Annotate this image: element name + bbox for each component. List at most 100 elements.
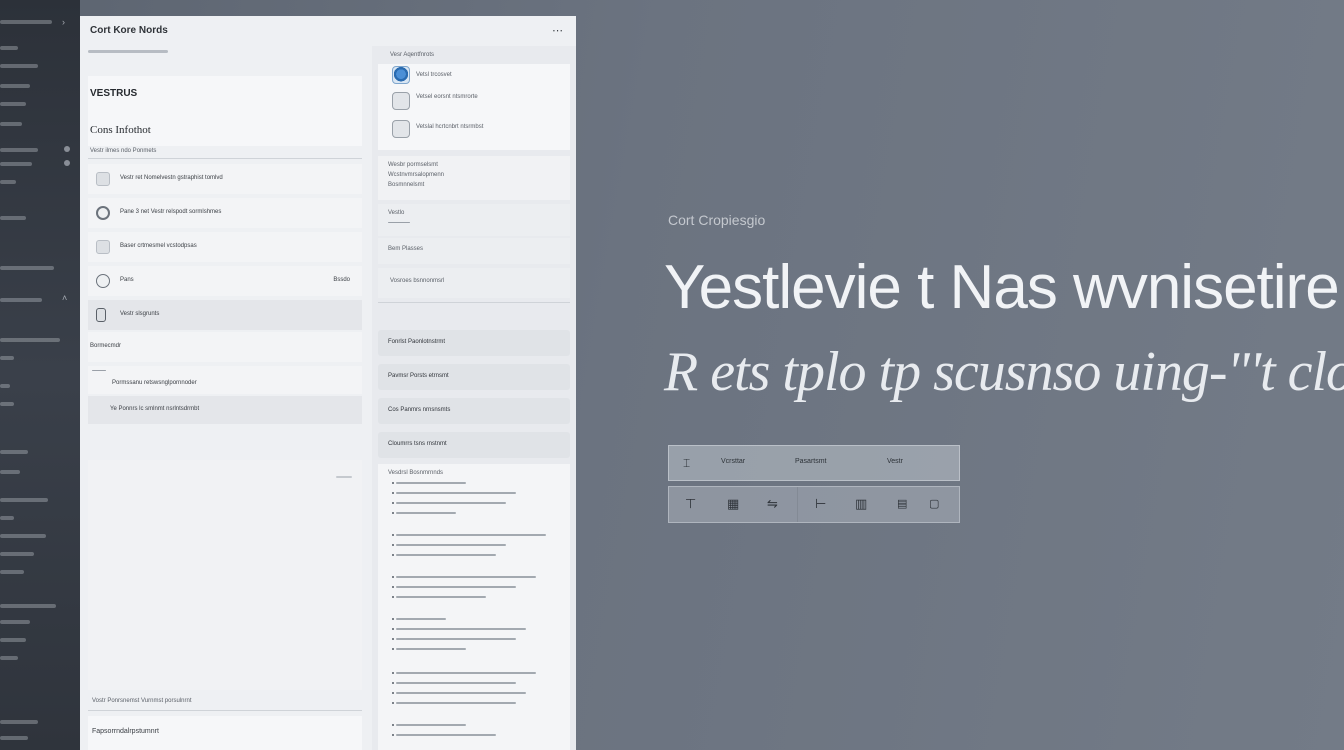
window-icon[interactable]: ▢	[929, 497, 939, 511]
rail-item[interactable]	[0, 570, 24, 574]
rail-item[interactable]	[0, 736, 28, 740]
list-line	[396, 672, 536, 674]
list-line	[396, 724, 466, 726]
rail-item[interactable]	[0, 298, 42, 302]
rail-item[interactable]	[0, 20, 52, 24]
rail-item[interactable]	[0, 656, 18, 660]
app-label[interactable]: Vetslal hcrtcnbrt ntsrmbst	[416, 124, 483, 130]
camera-icon[interactable]	[392, 120, 410, 138]
action-button[interactable]: Fonrlst Paonlotnstrmt	[378, 330, 570, 356]
rail-item[interactable]	[0, 148, 38, 152]
toolbar-item[interactable]: Vcrsttar	[721, 458, 745, 465]
toolbar-item[interactable]: Vestr	[887, 458, 903, 465]
list-line	[396, 648, 466, 650]
globe-icon[interactable]	[392, 66, 410, 84]
action-button-label: Fonrlst Paonlotnstrmt	[388, 339, 446, 345]
app-label[interactable]: Vetsel eorsnt ntsmrorte	[416, 94, 478, 100]
image-icon[interactable]	[392, 92, 410, 110]
list-item[interactable]: Pane 3 net Vestr relspodt sormlshmes	[88, 198, 362, 228]
document-icon	[96, 172, 110, 186]
app-label[interactable]: Vetsl trcosvet	[416, 72, 452, 78]
cursor-icon[interactable]: ⊢	[815, 497, 826, 511]
rail-item[interactable]	[0, 266, 54, 270]
rail-item[interactable]	[0, 552, 34, 556]
rail-item[interactable]	[0, 402, 14, 406]
left-panel: VESTRUS Cons Infothot Vestr ilmes ndo Po…	[80, 46, 370, 750]
action-button[interactable]: Cloumrrs tsns rnstnmt	[378, 432, 570, 458]
list-item[interactable]: Ye Ponnrs lc smlnmt nsrlntsdrmbt	[88, 396, 362, 424]
bullet-icon	[392, 502, 394, 504]
list-line	[396, 482, 466, 484]
field-value-row[interactable]: Bem Plasses	[378, 238, 570, 264]
list-line	[396, 618, 446, 620]
chevron-icon[interactable]: ›	[62, 18, 65, 27]
footer-card[interactable]: Fapsorrndalrpstumnrt	[88, 716, 362, 750]
action-button[interactable]: Cos Panmrs nrnsnsmts	[378, 398, 570, 424]
window-title: Cort Kore Nords	[90, 25, 168, 36]
detail-line: Wesbr pormselsmt	[388, 162, 438, 168]
rail-item[interactable]	[0, 84, 30, 88]
bullet-icon	[392, 672, 394, 674]
chevron-icon[interactable]: ˄	[62, 294, 67, 303]
table-icon[interactable]: ▤	[897, 497, 907, 511]
divider	[92, 370, 106, 371]
bullet-icon	[392, 692, 394, 694]
list-item-label: Vestr ret Nomelvestn gstraphist tomlvd	[120, 175, 223, 181]
text-cursor-icon[interactable]: ⊤	[685, 497, 696, 511]
hero-title: Yestlevie t Nas wvnisetire	[664, 253, 1340, 322]
rail-item[interactable]	[0, 638, 26, 642]
rail-item[interactable]	[0, 498, 48, 502]
rail-item[interactable]	[0, 180, 16, 184]
action-button[interactable]: Pavmsr Porsts etrnsmt	[378, 364, 570, 390]
ellipsis-icon[interactable]: ⋯	[552, 24, 563, 37]
list-line	[396, 702, 516, 704]
rail-item[interactable]	[0, 604, 56, 608]
bullet-icon	[392, 682, 394, 684]
rail-item[interactable]	[0, 216, 26, 220]
section-heading: Cons Infothot	[90, 124, 151, 136]
field-note-row: Vosroes bsnnonmsrl	[378, 268, 570, 298]
rail-item[interactable]	[0, 450, 28, 454]
merge-icon[interactable]: ⇋	[767, 497, 778, 511]
text-cursor-icon[interactable]: ⌶	[683, 456, 690, 470]
toolbar-item[interactable]: Pasartsmt	[795, 458, 827, 465]
rail-item[interactable]	[0, 534, 46, 538]
nav-rail: › ˄	[0, 0, 80, 750]
detail-line: Wcstnvmrsalopmenn	[388, 172, 445, 178]
list-item[interactable]: Pans Bssdo	[88, 266, 362, 296]
list-line	[396, 554, 496, 556]
action-button-label: Cos Panmrs nrnsnsmts	[388, 407, 451, 413]
rail-item[interactable]	[0, 516, 14, 520]
phone-icon	[96, 308, 106, 322]
list-item[interactable]: Pormssanu retswsnglpornnoder	[88, 366, 362, 394]
divider	[88, 710, 362, 711]
rail-item[interactable]	[0, 620, 30, 624]
bullet-icon	[392, 482, 394, 484]
rail-item[interactable]	[0, 64, 38, 68]
rail-item[interactable]	[0, 162, 32, 166]
field-group: Vestlo	[378, 204, 570, 236]
list-item[interactable]: Vestr slsgrunts	[88, 300, 362, 330]
list-item-label: Baser crtmesmel vcstodpsas	[120, 243, 197, 249]
rail-item[interactable]	[0, 470, 20, 474]
rail-item[interactable]	[0, 102, 26, 106]
list-line	[396, 628, 526, 630]
rail-item[interactable]	[0, 338, 60, 342]
list-line	[396, 502, 506, 504]
section-title: VESTRUS	[90, 88, 138, 99]
summary-card: VESTRUS Cons Infothot	[88, 76, 362, 146]
rail-item[interactable]	[0, 384, 10, 388]
group-header[interactable]: Bormecmdr	[88, 332, 362, 362]
columns-icon[interactable]: ▥	[855, 497, 867, 511]
rail-item[interactable]	[0, 356, 14, 360]
bullet-icon	[392, 618, 394, 620]
list-item[interactable]: Baser crtmesmel vcstodpsas	[88, 232, 362, 262]
rail-item[interactable]	[0, 122, 22, 126]
table-icon[interactable]: ▦	[727, 497, 739, 511]
rail-item[interactable]	[0, 46, 18, 50]
bullet-icon	[392, 544, 394, 546]
app-list: Vetsl trcosvet Vetsel eorsnt ntsmrorte V…	[378, 64, 570, 150]
bullet-icon	[392, 638, 394, 640]
rail-item[interactable]	[0, 720, 38, 724]
list-item[interactable]: Vestr ret Nomelvestn gstraphist tomlvd	[88, 164, 362, 194]
